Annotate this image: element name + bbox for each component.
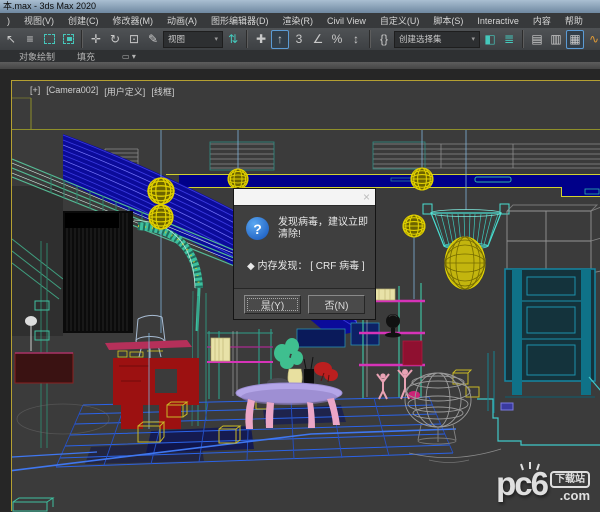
- mirror-icon[interactable]: ◧: [481, 30, 499, 49]
- curve-editor-icon[interactable]: ∿: [585, 30, 600, 49]
- toolbar-separator: [246, 30, 248, 48]
- dialog-body: ? 发现病毒，建议立即清除! ◆ 内存发现： [ CRF 病毒 ]: [234, 206, 375, 290]
- menu-item[interactable]: Civil View: [320, 16, 373, 26]
- select-and-move-icon[interactable]: ✛: [87, 30, 105, 49]
- angle-snap-icon[interactable]: ∠: [309, 30, 327, 49]
- menu-item[interactable]: 创建(C): [61, 14, 106, 27]
- percent-snap-icon[interactable]: %: [328, 30, 346, 49]
- select-and-rotate-icon[interactable]: ↻: [106, 30, 124, 49]
- watermark-suffix: .com: [560, 488, 590, 503]
- named-selection-dropdown[interactable]: 创建选择集 ▾: [394, 31, 480, 48]
- menu-item[interactable]: 渲染(R): [276, 14, 321, 27]
- watermark-badge: 下载站: [550, 471, 590, 488]
- reference-coordinate-dropdown[interactable]: 视图 ▾: [163, 31, 223, 48]
- edit-named-selection-icon[interactable]: {}: [375, 30, 393, 49]
- window-titlebar: 本.max - 3ds Max 2020: [0, 0, 600, 13]
- pc6-watermark: pc6 下载站 .com: [496, 468, 590, 503]
- menu-item[interactable]: 视图(V): [17, 14, 61, 27]
- toolbar-separator: [369, 30, 371, 48]
- close-icon[interactable]: ×: [363, 190, 370, 204]
- window-crossing-icon[interactable]: [59, 30, 77, 49]
- select-by-name-icon[interactable]: ≡: [21, 30, 39, 49]
- named-selection-dropdown-label: 创建选择集: [399, 33, 442, 45]
- menu-item[interactable]: 脚本(S): [426, 14, 470, 27]
- select-and-place-icon[interactable]: ✚: [252, 30, 270, 49]
- question-icon: ?: [246, 217, 269, 240]
- menu-item[interactable]: 动画(A): [160, 14, 204, 27]
- ribbon-toggle-icon[interactable]: ▦: [566, 30, 584, 49]
- ribbon-tab[interactable]: 对象绘制: [8, 50, 66, 63]
- menu-item[interactable]: 内容: [526, 14, 558, 27]
- layer-manager-icon[interactable]: ▤: [528, 30, 546, 49]
- cabinet: [505, 269, 595, 397]
- toolbar-separator: [522, 30, 524, 48]
- window-crossing-icon: [63, 34, 74, 44]
- select-object-icon[interactable]: ↖: [2, 30, 20, 49]
- menu-item[interactable]: 帮助: [558, 14, 590, 27]
- rectangular-selection-region-icon: [44, 34, 55, 44]
- pivot-toggle-icon[interactable]: ↑: [271, 30, 289, 49]
- rectangular-selection-region-icon[interactable]: [40, 30, 58, 49]
- viewport-label: [+] [Camera002] [用户定义] [线框]: [30, 85, 174, 98]
- dialog-footer: 是(Y) 否(N): [234, 288, 375, 319]
- virus-alert-dialog: × ? 发现病毒，建议立即清除! ◆ 内存发现： [ CRF 病毒 ] 是(Y)…: [233, 188, 376, 320]
- curtain: [63, 211, 133, 333]
- menu-item[interactable]: 自定义(U): [373, 14, 427, 27]
- menu-item[interactable]: 图形编辑器(D): [204, 14, 276, 27]
- ribbon-tab[interactable]: 填充: [66, 50, 106, 63]
- dialog-detail: ◆ 内存发现： [ CRF 病毒 ]: [247, 261, 367, 273]
- window-title: 本.max - 3ds Max 2020: [3, 1, 96, 11]
- dialog-titlebar[interactable]: ×: [234, 189, 375, 206]
- spinner-snap-icon[interactable]: ↕: [347, 30, 365, 49]
- viewport-menu-general[interactable]: [+]: [30, 85, 40, 98]
- use-pivot-center-icon[interactable]: ⇅: [224, 30, 242, 49]
- viewport-menu-shading[interactable]: [线框]: [151, 85, 174, 98]
- chevron-down-icon: ▾: [471, 35, 475, 43]
- watermark-brand: pc6: [496, 468, 547, 500]
- align-icon[interactable]: ≣: [500, 30, 518, 49]
- viewport-menu-user[interactable]: [用户定义]: [104, 85, 145, 98]
- ribbon-collapsed-strip: [0, 62, 600, 69]
- scene-explorer-icon[interactable]: ▥: [547, 30, 565, 49]
- main-toolbar: ↖≡✛↻⊡✎视图▾⇅✚↑3∠%↕{}创建选择集▾◧≣▤▥▦∿⊞⇓: [0, 28, 600, 50]
- viewport-menu-pov[interactable]: [Camera002]: [46, 85, 98, 98]
- no-button[interactable]: 否(N): [308, 295, 365, 314]
- menu-bar: )视图(V)创建(C)修改器(M)动画(A)图形编辑器(D)渲染(R)Civil…: [0, 13, 600, 28]
- reference-coordinate-dropdown-label: 视图: [168, 33, 185, 45]
- select-and-scale-icon[interactable]: ⊡: [125, 30, 143, 49]
- ribbon-tabs-row: 对象绘制填充 ▭ ▾: [0, 50, 600, 62]
- paintbrush-dropdown[interactable]: ▭ ▾: [122, 52, 136, 61]
- select-and-manipulate-icon[interactable]: ✎: [144, 30, 162, 49]
- menu-item[interactable]: ): [0, 16, 17, 26]
- yes-button[interactable]: 是(Y): [244, 295, 301, 314]
- menu-item[interactable]: Interactive: [470, 16, 526, 26]
- dense-sphere-lamp: [445, 237, 485, 289]
- rays-icon: [520, 461, 540, 471]
- dialog-message: 发现病毒，建议立即清除!: [278, 217, 370, 241]
- menu-item[interactable]: 修改器(M): [106, 14, 161, 27]
- toolbar-separator: [81, 30, 83, 48]
- chevron-down-icon: ▾: [214, 35, 218, 43]
- snap-3d-icon[interactable]: 3: [290, 30, 308, 49]
